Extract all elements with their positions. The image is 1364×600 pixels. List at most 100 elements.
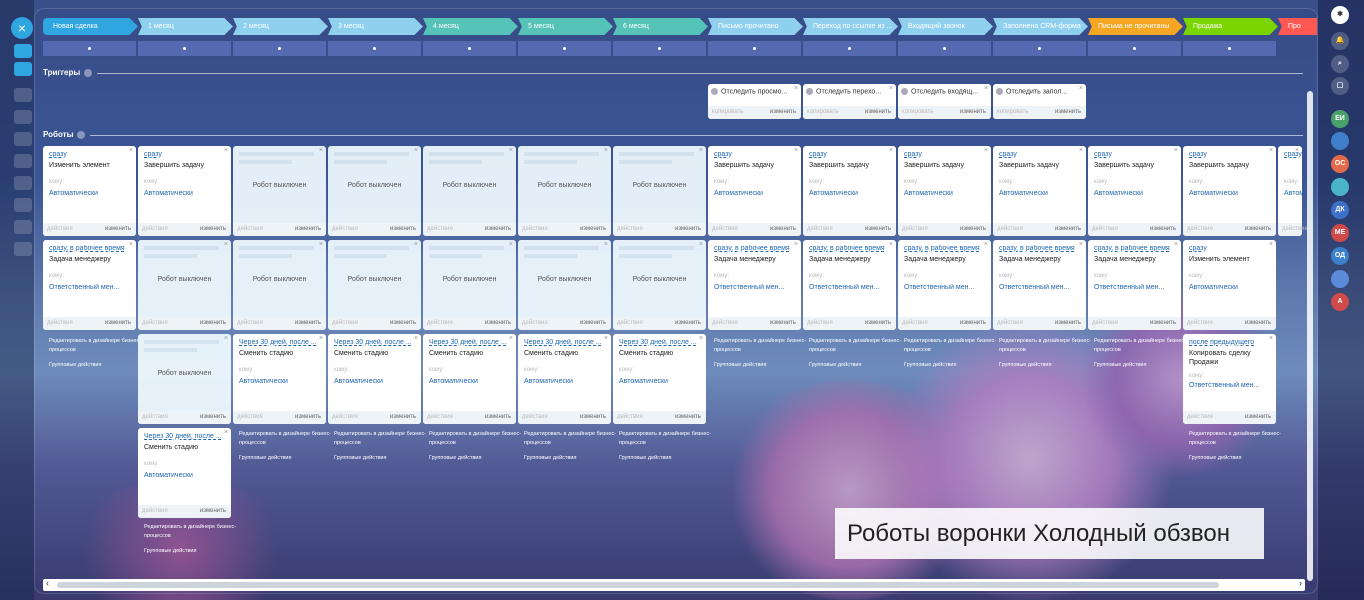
actions-link[interactable]: действия <box>237 411 263 424</box>
settings-icon[interactable]: ✱ <box>1331 6 1349 24</box>
robot-assignee[interactable]: Автоматически <box>239 378 321 385</box>
robot-card[interactable]: × Робот выключен действия изменить <box>518 240 611 330</box>
avatar[interactable]: ОС <box>1331 155 1349 173</box>
edit-link[interactable]: изменить <box>865 223 891 236</box>
designer-link[interactable]: Редактировать в дизайнере бизнес-процесс… <box>999 337 1092 355</box>
robot-timing[interactable]: сразу, в рабочее время <box>904 245 986 252</box>
robot-card[interactable]: × Робот выключен действия изменить <box>423 240 516 330</box>
trigger-card[interactable]: Отследить входящ... × копировать изменить <box>898 84 991 119</box>
designer-link[interactable]: Редактировать в дизайнере бизнес-процесс… <box>144 523 237 541</box>
edit-link[interactable]: изменить <box>1055 317 1081 330</box>
menu-icon[interactable] <box>14 44 32 58</box>
edit-link[interactable]: изменить <box>295 317 321 330</box>
edit-link[interactable]: изменить <box>200 411 226 424</box>
robot-timing[interactable]: сразу <box>714 151 796 158</box>
edit-link[interactable]: изменить <box>1055 106 1081 119</box>
robot-card[interactable]: × Робот выключен действия изменить <box>233 146 326 236</box>
robot-assignee[interactable]: Ответственный мен... <box>714 284 796 291</box>
robot-timing[interactable]: сразу <box>144 151 226 158</box>
cart-icon[interactable] <box>14 132 32 146</box>
stage-dropzone[interactable] <box>1183 41 1276 56</box>
robot-card[interactable]: × Робот выключен действия изменить <box>423 146 516 236</box>
close-icon[interactable]: × <box>1079 85 1083 92</box>
robot-assignee[interactable]: Ответственный мен... <box>809 284 891 291</box>
actions-link[interactable]: действия <box>142 505 168 518</box>
stage-dropzone[interactable] <box>898 41 991 56</box>
robot-timing[interactable]: сразу <box>1189 151 1271 158</box>
settings-icon[interactable] <box>14 242 32 256</box>
actions-link[interactable]: действия <box>332 223 358 236</box>
edit-link[interactable]: изменить <box>485 411 511 424</box>
robot-card[interactable]: × Через 30 дней, после ... Сменить стадию к… <box>423 334 516 424</box>
robot-card[interactable]: × сразу Завершить задачу кому: Автоматически… <box>708 146 801 236</box>
edit-link[interactable]: изменить <box>770 317 796 330</box>
group-actions-link[interactable]: Групповые действия <box>334 454 427 463</box>
robot-assignee[interactable]: Автоматически <box>999 190 1081 197</box>
actions-link[interactable]: действия <box>997 317 1023 330</box>
stage-dropzone[interactable] <box>708 41 801 56</box>
search-icon[interactable]: ⌕ <box>1331 55 1349 73</box>
calendar-icon[interactable] <box>14 154 32 168</box>
edit-link[interactable]: изменить <box>1245 411 1271 424</box>
close-icon[interactable]: × <box>319 241 323 248</box>
group-actions-link[interactable]: Групповые действия <box>999 361 1092 370</box>
crm-icon[interactable] <box>14 198 32 212</box>
edit-link[interactable]: изменить <box>295 411 321 424</box>
stage-5[interactable]: 5 месяц <box>518 18 613 35</box>
stage-1[interactable]: 1 месяц <box>138 18 233 35</box>
actions-link[interactable]: действия <box>47 317 73 330</box>
robot-card[interactable]: × Через 30 дней, после ... Сменить стадию к… <box>518 334 611 424</box>
group-actions-link[interactable]: Групповые действия <box>1094 361 1187 370</box>
robot-assignee[interactable]: Автоматически <box>714 190 796 197</box>
stage-4[interactable]: 4 месяц <box>423 18 518 35</box>
chat-icon[interactable]: ▢ <box>1331 77 1349 95</box>
stage-7[interactable]: Письмо прочитано <box>708 18 803 35</box>
avatar[interactable] <box>1331 178 1349 196</box>
robot-timing[interactable]: после предыдущего <box>1189 339 1271 346</box>
close-icon[interactable]: × <box>984 85 988 92</box>
stage-10[interactable]: Заполнена CRM-форма <box>993 18 1088 35</box>
actions-link[interactable]: действия <box>617 411 643 424</box>
robot-assignee[interactable]: Автоматически <box>1094 190 1176 197</box>
edit-link[interactable]: изменить <box>105 317 131 330</box>
close-icon[interactable]: × <box>414 147 418 154</box>
robot-timing[interactable]: сразу <box>809 151 891 158</box>
bell-icon[interactable]: 🔔 <box>1331 32 1349 50</box>
robot-card[interactable]: × сразу, в рабочее время Задача менеджеру к… <box>993 240 1086 330</box>
robot-timing[interactable]: Через 30 дней, после ... <box>429 339 511 346</box>
copy-link[interactable]: копировать <box>902 106 934 119</box>
group-actions-link[interactable]: Групповые действия <box>144 547 237 556</box>
actions-link[interactable]: действия <box>617 317 643 330</box>
group-actions-link[interactable]: Групповые действия <box>619 454 712 463</box>
robot-assignee[interactable]: Ответственный мен... <box>1189 382 1271 389</box>
close-icon[interactable]: × <box>509 147 513 154</box>
avatar[interactable]: ДК <box>1331 201 1349 219</box>
actions-link[interactable]: действия <box>142 223 168 236</box>
robot-card[interactable]: × сразу Завершить задачу кому: Автоматически… <box>1088 146 1181 236</box>
edit-link[interactable]: изменить <box>770 223 796 236</box>
robot-card[interactable]: × Робот выключен действия изменить <box>138 334 231 424</box>
actions-link[interactable]: действия <box>902 223 928 236</box>
robot-assignee[interactable]: Автоматически <box>144 472 226 479</box>
stage-6[interactable]: 6 месяц <box>613 18 708 35</box>
robot-card[interactable]: × сразу Завершить задачу кому: Автоматически… <box>993 146 1086 236</box>
actions-link[interactable]: действия <box>522 411 548 424</box>
chat-icon[interactable] <box>14 88 32 102</box>
stage-dropzone[interactable] <box>613 41 706 56</box>
group-actions-link[interactable]: Групповые действия <box>809 361 902 370</box>
robot-card[interactable]: × сразу Завершить задачу кому: Автоматически… <box>898 146 991 236</box>
edit-link[interactable]: изменить <box>675 411 701 424</box>
edit-link[interactable]: изменить <box>200 223 226 236</box>
stage-dropzone[interactable] <box>518 41 611 56</box>
edit-link[interactable]: изменить <box>675 317 701 330</box>
group-actions-link[interactable]: Групповые действия <box>714 361 807 370</box>
mail-icon[interactable] <box>14 220 32 234</box>
robot-timing[interactable]: Через 30 дней, после ... <box>239 339 321 346</box>
robot-timing[interactable]: сразу <box>999 151 1081 158</box>
chevron-left-icon[interactable]: ‹ <box>46 578 49 588</box>
close-icon[interactable]: × <box>889 85 893 92</box>
robot-card[interactable]: × сразу, в рабочее время Задача менеджеру к… <box>898 240 991 330</box>
avatar[interactable]: ОД <box>1331 247 1349 265</box>
stage-13[interactable]: Про <box>1278 18 1317 35</box>
robot-assignee[interactable]: Автоматически <box>619 378 701 385</box>
